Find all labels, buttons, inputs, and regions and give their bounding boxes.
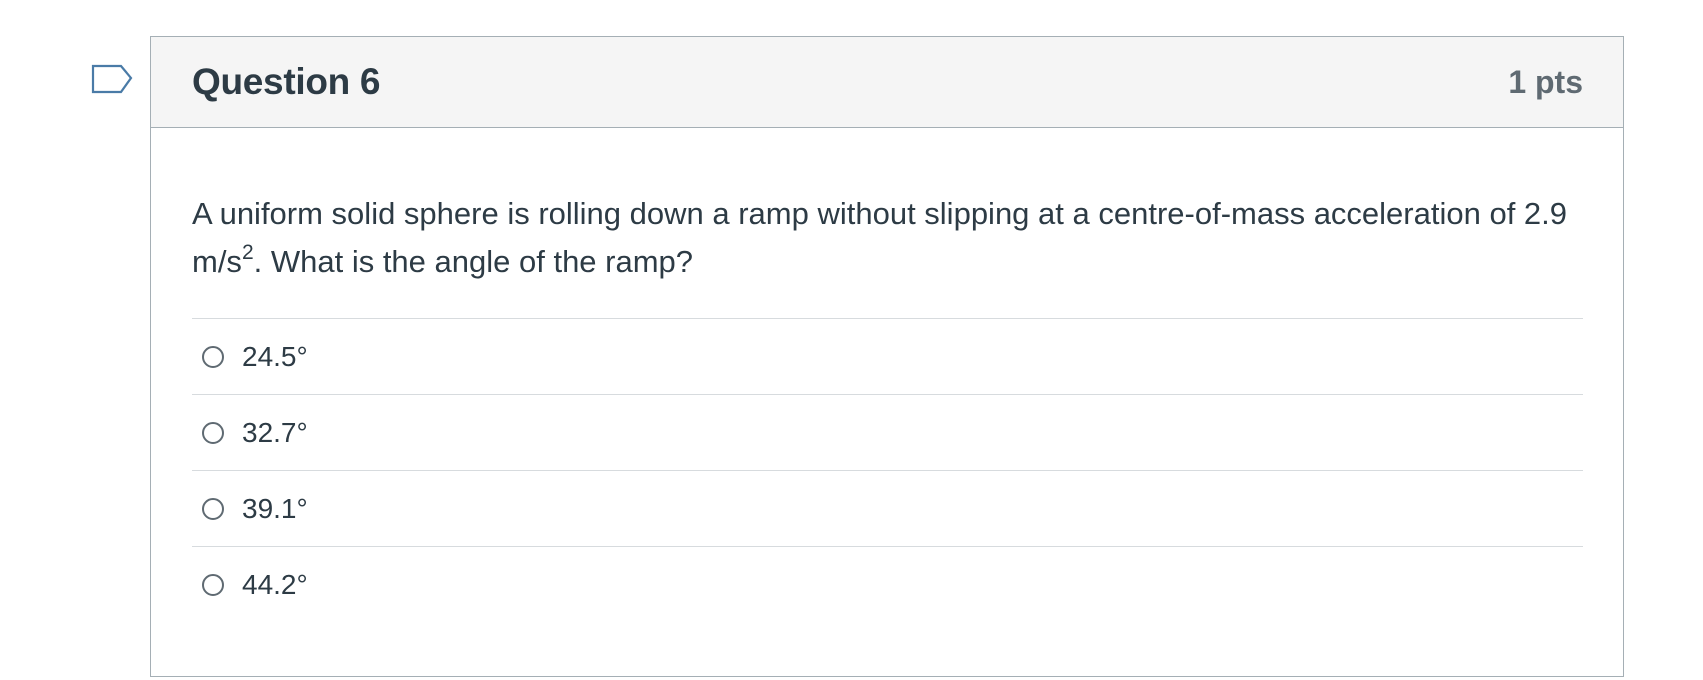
question-text-superscript: 2 bbox=[241, 241, 254, 264]
radio-button[interactable] bbox=[202, 497, 224, 520]
question-body: A uniform solid sphere is rolling down a… bbox=[151, 190, 1623, 623]
answer-label[interactable]: 32.7° bbox=[242, 417, 308, 449]
question-text: A uniform solid sphere is rolling down a… bbox=[192, 190, 1583, 318]
answer-option[interactable]: 39.1° bbox=[192, 471, 1583, 547]
answer-option[interactable]: 24.5° bbox=[192, 319, 1583, 395]
flag-question-icon[interactable] bbox=[91, 64, 135, 96]
question-header: Question 6 1 pts bbox=[151, 37, 1623, 128]
question-points: 1 pts bbox=[1508, 63, 1583, 100]
answer-option[interactable]: 44.2° bbox=[192, 547, 1583, 623]
radio-button[interactable] bbox=[202, 574, 224, 596]
answer-option[interactable]: 32.7° bbox=[192, 395, 1583, 471]
radio-button[interactable] bbox=[202, 421, 224, 444]
answer-list: 24.5° 32.7° 39.1° 44.2° bbox=[192, 318, 1583, 623]
question-title: Question 6 bbox=[192, 61, 381, 102]
question-card: Question 6 1 pts A uniform solid sphere … bbox=[150, 36, 1624, 677]
radio-button[interactable] bbox=[202, 345, 224, 368]
answer-label[interactable]: 24.5° bbox=[242, 341, 308, 373]
answer-label[interactable]: 39.1° bbox=[242, 493, 308, 525]
question-text-end: . What is the angle of the ramp? bbox=[253, 244, 694, 279]
answer-label[interactable]: 44.2° bbox=[242, 569, 308, 601]
